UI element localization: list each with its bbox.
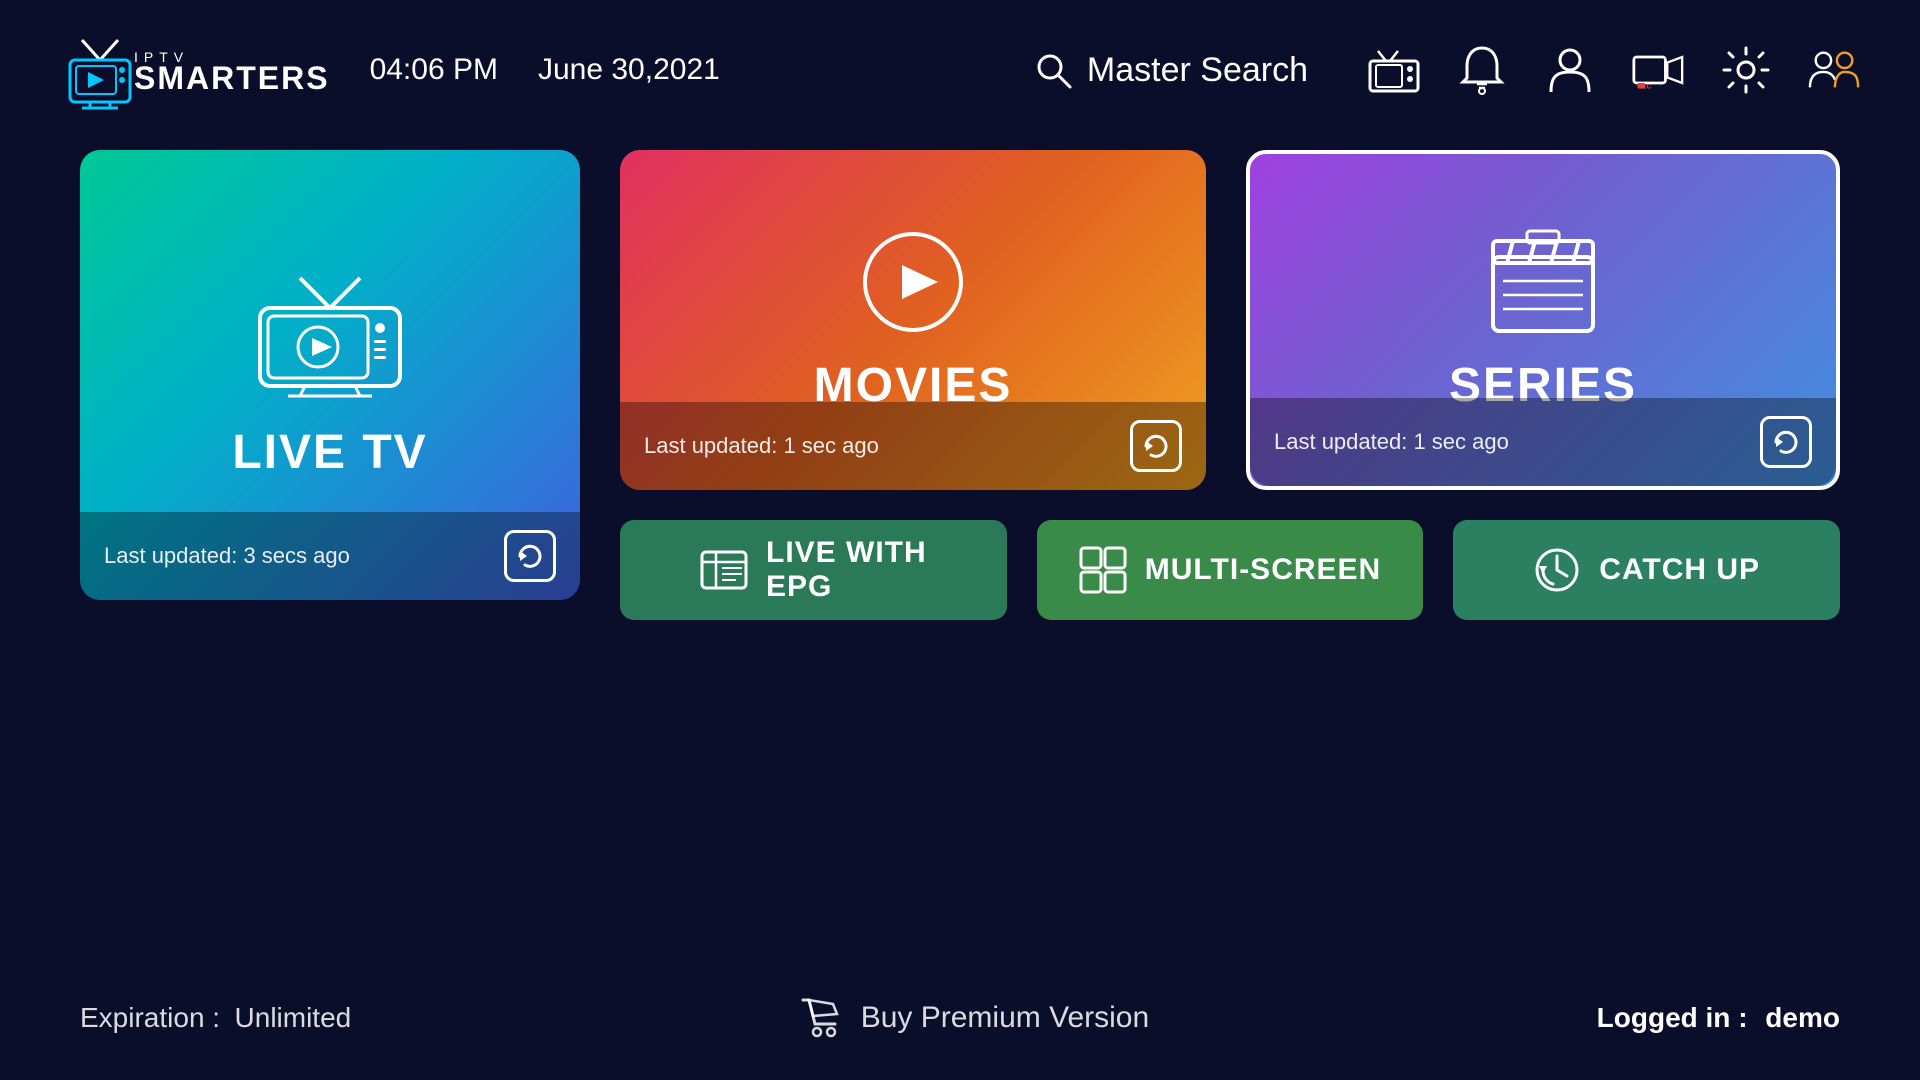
live-tv-card[interactable]: LIVE TV Last updated: 3 secs ago: [80, 150, 580, 600]
logged-in-info: Logged in : demo: [1597, 1002, 1840, 1034]
main-content: LIVE TV Last updated: 3 secs ago: [0, 140, 1920, 620]
epg-icon: [700, 546, 748, 594]
svg-text:REC: REC: [1638, 84, 1652, 91]
series-icon: [1483, 227, 1603, 342]
movies-card[interactable]: MOVIES Last updated: 1 sec ago: [620, 150, 1206, 490]
settings-icon[interactable]: [1720, 44, 1772, 96]
logged-in-label: Logged in :: [1597, 1002, 1748, 1033]
radio-icon[interactable]: [1368, 44, 1420, 96]
movies-icon: [858, 227, 968, 342]
record-icon[interactable]: REC: [1632, 44, 1684, 96]
right-column: MOVIES Last updated: 1 sec ago: [620, 150, 1840, 620]
live-tv-icon: [250, 270, 410, 405]
catch-up-button[interactable]: CATCH UP: [1453, 520, 1840, 620]
live-epg-button[interactable]: LIVE WITH EPG: [620, 520, 1007, 620]
bell-icon[interactable]: [1456, 44, 1508, 96]
expiration-label: Expiration :: [80, 1002, 220, 1033]
logo-smarters: SMARTERS: [134, 61, 330, 96]
cart-icon: [799, 996, 843, 1040]
expiration-value: Unlimited: [235, 1002, 352, 1033]
current-time: 04:06 PM: [370, 53, 498, 87]
nav-icons: REC: [1368, 44, 1860, 96]
current-date: June 30,2021: [538, 53, 720, 87]
search-bar[interactable]: Master Search: [1033, 50, 1308, 90]
header: IPTV SMARTERS 04:06 PM June 30,2021 Mast…: [0, 0, 1920, 140]
buy-premium-button[interactable]: Buy Premium Version: [799, 996, 1149, 1040]
top-cards: MOVIES Last updated: 1 sec ago: [620, 150, 1840, 490]
bottom-buttons: LIVE WITH EPG MULTI-SCREEN: [620, 520, 1840, 620]
movies-footer: Last updated: 1 sec ago: [620, 402, 1206, 490]
search-label: Master Search: [1087, 51, 1308, 90]
movies-refresh[interactable]: [1130, 420, 1182, 472]
live-tv-update: Last updated: 3 secs ago: [104, 543, 350, 569]
multiscreen-icon: [1079, 546, 1127, 594]
buy-premium-label: Buy Premium Version: [861, 1001, 1149, 1035]
logged-in-user: demo: [1765, 1002, 1840, 1033]
live-tv-footer: Last updated: 3 secs ago: [80, 512, 580, 600]
live-tv-refresh[interactable]: [504, 530, 556, 582]
datetime: 04:06 PM June 30,2021: [370, 53, 720, 87]
multi-screen-label: MULTI-SCREEN: [1145, 553, 1381, 587]
series-footer: Last updated: 1 sec ago: [1250, 398, 1836, 486]
catchup-icon: [1533, 546, 1581, 594]
live-epg-label-1: LIVE WITH: [766, 536, 927, 570]
series-refresh[interactable]: [1760, 416, 1812, 468]
user-icon[interactable]: [1544, 44, 1596, 96]
search-icon: [1033, 50, 1073, 90]
movies-update: Last updated: 1 sec ago: [644, 433, 879, 459]
cards-row: LIVE TV Last updated: 3 secs ago: [80, 150, 1840, 620]
logo: IPTV SMARTERS: [60, 30, 330, 110]
switch-user-icon[interactable]: [1808, 44, 1860, 96]
multi-screen-button[interactable]: MULTI-SCREEN: [1037, 520, 1424, 620]
footer: Expiration : Unlimited Buy Premium Versi…: [0, 996, 1920, 1040]
series-card[interactable]: SERIES Last updated: 1 sec ago: [1246, 150, 1840, 490]
live-tv-title: LIVE TV: [232, 425, 427, 480]
series-update: Last updated: 1 sec ago: [1274, 429, 1509, 455]
expiration-info: Expiration : Unlimited: [80, 1002, 351, 1034]
catch-up-label: CATCH UP: [1599, 553, 1760, 587]
live-epg-label-2: EPG: [766, 570, 832, 604]
logo-icon: [60, 30, 140, 110]
